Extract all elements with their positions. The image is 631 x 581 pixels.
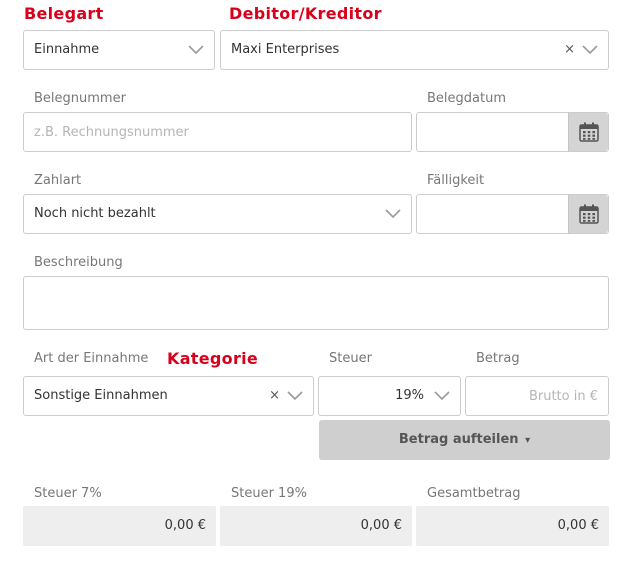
debitor-kreditor-value: Maxi Enterprises — [231, 42, 340, 57]
debitor-kreditor-select[interactable]: Maxi Enterprises × — [220, 30, 609, 70]
art-der-einnahme-label: Art der Einnahme — [34, 351, 149, 366]
gesamtbetrag-field: 0,00 € — [416, 506, 609, 546]
steuer-19-label: Steuer 19% — [231, 486, 307, 501]
chevron-down-icon — [287, 391, 303, 401]
zahlart-select[interactable]: Noch nicht bezahlt — [23, 194, 412, 234]
beschreibung-label: Beschreibung — [34, 255, 123, 270]
betrag-input[interactable]: Brutto in € — [465, 376, 609, 416]
steuer-label: Steuer — [329, 351, 372, 366]
steuer-7-field: 0,00 € — [23, 506, 216, 546]
steuer-select[interactable]: 19% — [318, 376, 461, 416]
faelligkeit-calendar-button[interactable] — [568, 195, 608, 233]
zahlart-value: Noch nicht bezahlt — [34, 206, 156, 221]
belegnummer-input[interactable]: z.B. Rechnungsnummer — [23, 112, 412, 152]
belegdatum-input[interactable] — [416, 112, 609, 152]
belegnummer-placeholder: z.B. Rechnungsnummer — [34, 125, 189, 140]
art-der-einnahme-value: Sonstige Einnahmen — [34, 388, 168, 403]
chevron-down-icon — [582, 45, 598, 55]
annotation-debitor-kreditor: Debitor/Kreditor — [229, 4, 382, 23]
calendar-icon — [579, 122, 599, 146]
betrag-placeholder: Brutto in € — [528, 389, 598, 404]
clear-icon[interactable]: × — [564, 43, 575, 56]
steuer-7-value: 0,00 € — [164, 518, 206, 533]
annotation-belegart: Belegart — [24, 4, 104, 23]
steuer-7-label: Steuer 7% — [34, 486, 102, 501]
belegdatum-label: Belegdatum — [427, 91, 506, 106]
faelligkeit-label: Fälligkeit — [427, 173, 485, 188]
zahlart-label: Zahlart — [34, 173, 82, 188]
annotation-kategorie: Kategorie — [167, 349, 259, 368]
belegart-select[interactable]: Einnahme — [23, 30, 215, 70]
beschreibung-textarea[interactable] — [23, 276, 609, 330]
chevron-down-icon — [385, 209, 401, 219]
calendar-icon — [579, 204, 599, 228]
betrag-aufteilen-button[interactable]: Betrag aufteilen ▾ — [319, 420, 610, 460]
gesamtbetrag-value: 0,00 € — [557, 518, 599, 533]
chevron-down-icon — [434, 391, 450, 401]
clear-icon[interactable]: × — [269, 389, 280, 402]
belegdatum-calendar-button[interactable] — [568, 113, 608, 151]
betrag-aufteilen-label: Betrag aufteilen — [398, 432, 519, 447]
belegart-value: Einnahme — [34, 42, 100, 57]
chevron-down-icon — [188, 45, 204, 55]
gesamtbetrag-label: Gesamtbetrag — [427, 486, 521, 501]
steuer-value: 19% — [395, 388, 424, 403]
steuer-19-field: 0,00 € — [220, 506, 412, 546]
steuer-19-value: 0,00 € — [360, 518, 402, 533]
belegnummer-label: Belegnummer — [34, 91, 126, 106]
caret-down-icon: ▾ — [525, 435, 531, 446]
art-der-einnahme-select[interactable]: Sonstige Einnahmen × — [23, 376, 314, 416]
faelligkeit-input[interactable] — [416, 194, 609, 234]
betrag-label: Betrag — [476, 351, 520, 366]
